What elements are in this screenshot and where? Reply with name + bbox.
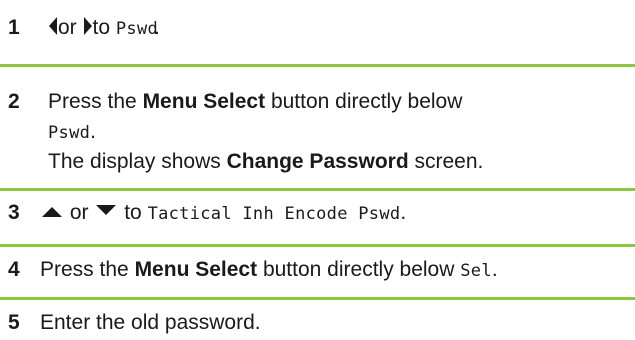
- step-number: 1: [8, 16, 20, 39]
- right-arrow-icon: [83, 17, 92, 36]
- divider: [0, 297, 635, 300]
- left-arrow-icon: [49, 17, 57, 36]
- step-end: .: [90, 120, 96, 143]
- step-number: 4: [8, 258, 20, 281]
- menu-target: Tactical Inh Encode Pswd: [147, 204, 401, 224]
- menu-target: Sel: [460, 261, 492, 281]
- text: The display shows: [48, 150, 221, 173]
- menu-target: Pswd: [115, 19, 159, 39]
- divider: [0, 188, 635, 191]
- step-line-1: Press the Menu Select button directly be…: [48, 87, 627, 117]
- button-name: Menu Select: [142, 90, 266, 113]
- text: button directly below: [270, 90, 463, 113]
- text: screen.: [414, 150, 484, 173]
- down-arrow-icon: [96, 205, 117, 216]
- step-text: or to Pswd.: [48, 13, 627, 44]
- text: Press the: [48, 90, 137, 113]
- or-word: or: [69, 201, 89, 224]
- step-number: 3: [8, 201, 20, 224]
- step-text: Press the Menu Select button directly be…: [40, 255, 635, 286]
- step-end: .: [400, 201, 407, 224]
- step-end: .: [154, 16, 160, 39]
- button-name: Menu Select: [134, 258, 258, 281]
- divider: [0, 64, 635, 67]
- divider: [0, 244, 635, 247]
- step-text: or to Tactical Inh Encode Pswd.: [40, 198, 627, 229]
- step-number: 5: [8, 311, 20, 334]
- screen-name: Change Password: [226, 150, 409, 173]
- text: button directly below: [262, 258, 455, 281]
- step-number: 2: [8, 90, 20, 113]
- text: Enter the old password.: [40, 311, 261, 334]
- step-line-3: The display shows Change Password screen…: [48, 147, 627, 177]
- up-arrow-icon: [42, 207, 62, 218]
- step-line-2: Pswd.: [48, 117, 627, 148]
- step-text: Enter the old password.: [40, 308, 627, 338]
- menu-target: Pswd: [48, 123, 91, 143]
- step-1: 1 or to Pswd.: [0, 0, 635, 44]
- text: Press the: [40, 258, 129, 281]
- or-word: or: [58, 16, 77, 39]
- to-word: to: [124, 201, 142, 224]
- to-word: to: [92, 16, 111, 39]
- step-end: .: [491, 258, 498, 281]
